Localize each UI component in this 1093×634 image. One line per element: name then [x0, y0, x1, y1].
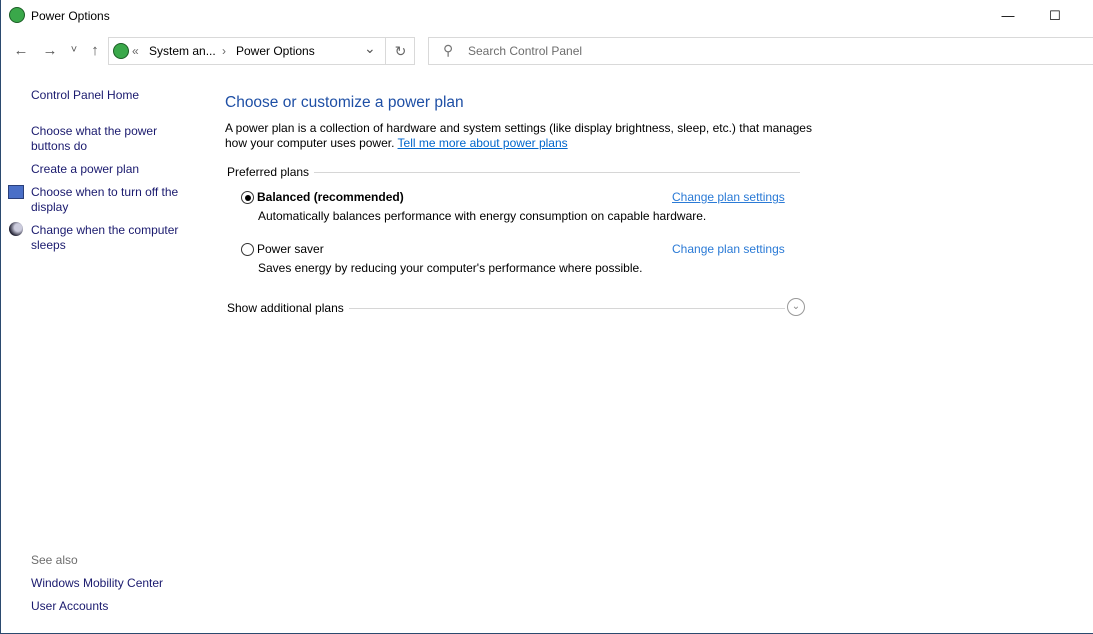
address-dropdown-icon[interactable]: ⌄	[364, 40, 376, 57]
recent-locations-button[interactable]: ˅	[64, 44, 84, 56]
breadcrumb-separator: ›	[222, 44, 226, 58]
minimize-button[interactable]: —	[985, 0, 1031, 32]
create-plan-link[interactable]: Create a power plan	[31, 162, 196, 177]
address-bar[interactable]: « System an... › Power Options ⌄ ↻	[108, 37, 415, 65]
forward-button[interactable]: →	[40, 42, 60, 59]
search-placeholder: Search Control Panel	[468, 44, 583, 58]
show-additional-plans[interactable]: Show additional plans	[227, 301, 344, 315]
user-accounts-link[interactable]: User Accounts	[31, 599, 196, 614]
power-options-icon	[113, 43, 129, 59]
window-title: Power Options	[31, 9, 110, 23]
back-button[interactable]: ←	[11, 42, 31, 59]
balanced-plan-name[interactable]: Balanced (recommended)	[257, 190, 404, 204]
expand-chevron-icon[interactable]: ⌄	[787, 298, 805, 316]
title-bar: Power Options — ☐	[1, 0, 1093, 32]
power-saver-plan-name[interactable]: Power saver	[257, 242, 324, 256]
breadcrumb-system[interactable]: System an...	[149, 44, 216, 58]
search-icon: ⚲	[443, 42, 454, 58]
refresh-button[interactable]: ↻	[385, 38, 415, 64]
divider	[314, 172, 800, 173]
power-options-icon	[9, 7, 25, 23]
balanced-radio[interactable]	[241, 191, 254, 204]
page-title: Choose or customize a power plan	[225, 94, 464, 111]
divider	[349, 308, 785, 309]
display-clock-icon	[8, 185, 24, 199]
up-button[interactable]: ↑	[85, 42, 105, 59]
page-description: A power plan is a collection of hardware…	[225, 121, 815, 151]
power-buttons-link[interactable]: Choose what the power buttons do	[31, 124, 196, 154]
power-saver-plan-description: Saves energy by reducing your computer's…	[258, 261, 643, 275]
maximize-button[interactable]: ☐	[1032, 0, 1078, 32]
overflow-chevron[interactable]: «	[132, 44, 139, 58]
preferred-plans-heading: Preferred plans	[227, 165, 310, 179]
power-saver-change-settings-link[interactable]: Change plan settings	[672, 242, 785, 256]
search-input[interactable]: ⚲ Search Control Panel	[428, 37, 1093, 65]
balanced-change-settings-link[interactable]: Change plan settings	[672, 190, 785, 204]
computer-sleeps-link[interactable]: Change when the computer sleeps	[31, 223, 196, 253]
balanced-plan-description: Automatically balances performance with …	[258, 209, 707, 223]
breadcrumb-power-options[interactable]: Power Options	[236, 44, 315, 58]
control-panel-home-link[interactable]: Control Panel Home	[31, 88, 196, 103]
turn-off-display-link[interactable]: Choose when to turn off the display	[31, 185, 196, 215]
see-also-label: See also	[31, 553, 78, 567]
sleep-moon-icon	[9, 222, 23, 236]
learn-more-link[interactable]: Tell me more about power plans	[398, 136, 568, 150]
mobility-center-link[interactable]: Windows Mobility Center	[31, 576, 196, 591]
power-saver-radio[interactable]	[241, 243, 254, 256]
